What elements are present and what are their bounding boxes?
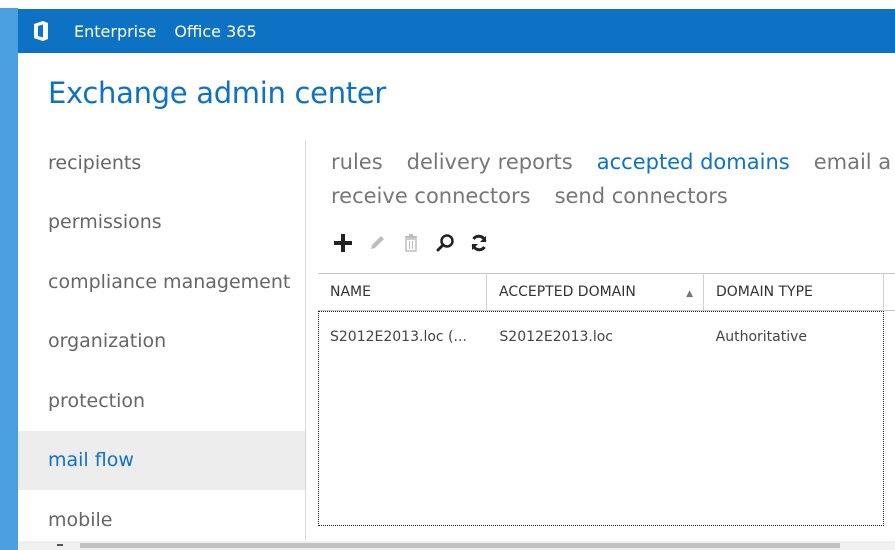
add-icon[interactable] — [326, 230, 360, 256]
search-icon[interactable] — [428, 230, 462, 256]
subtab-bar: rules delivery reports accepted domains … — [331, 145, 895, 213]
horizontal-scrollbar[interactable] — [18, 541, 895, 550]
page-title: Exchange admin center — [48, 76, 387, 110]
left-navigation: recipients permissions compliance manage… — [18, 133, 305, 550]
tab-delivery-reports[interactable]: delivery reports — [407, 150, 573, 174]
tab-rules[interactable]: rules — [331, 150, 383, 174]
column-header-domain-type-label: DOMAIN TYPE — [716, 284, 813, 300]
tab-accepted-domains[interactable]: accepted domains — [597, 150, 790, 174]
tab-send-connectors[interactable]: send connectors — [555, 184, 728, 208]
sort-ascending-icon: ▲ — [686, 289, 693, 299]
nav-item-compliance-management[interactable]: compliance management — [18, 252, 305, 312]
nav-item-protection[interactable]: protection — [18, 371, 305, 431]
grid-header: NAME ACCEPTED DOMAIN ▲ DOMAIN TYPE — [318, 273, 895, 311]
window-frame-left — [0, 0, 18, 550]
toolbar — [326, 230, 496, 256]
column-header-accepted-domain-label: ACCEPTED DOMAIN — [499, 284, 636, 300]
column-header-name-label: NAME — [330, 284, 371, 300]
window-frame-top — [0, 0, 895, 8]
topbar-link-enterprise[interactable]: Enterprise — [74, 22, 156, 41]
top-bar: Enterprise Office 365 — [18, 9, 895, 53]
grid-body: S2012E2013.loc (... S2012E2013.loc Autho… — [318, 311, 884, 526]
cell-accepted-domain: S2012E2013.loc — [499, 329, 613, 345]
topbar-link-office365[interactable]: Office 365 — [174, 22, 256, 41]
column-header-name[interactable]: NAME — [318, 274, 487, 310]
nav-item-mail-flow[interactable]: mail flow — [18, 430, 305, 490]
scrollbar-mark — [57, 544, 63, 546]
tab-receive-connectors[interactable]: receive connectors — [331, 184, 531, 208]
nav-item-organization[interactable]: organization — [18, 312, 305, 372]
office-logo-icon[interactable] — [26, 9, 56, 53]
scrollbar-thumb[interactable] — [80, 543, 840, 548]
edit-icon[interactable] — [360, 230, 394, 256]
cell-domain-type: Authoritative — [715, 329, 808, 345]
nav-divider — [305, 140, 306, 540]
nav-item-permissions[interactable]: permissions — [18, 193, 305, 253]
tab-email-address-policies[interactable]: email a — [814, 150, 891, 174]
delete-icon[interactable] — [394, 230, 428, 256]
nav-item-recipients[interactable]: recipients — [18, 133, 305, 193]
table-row[interactable]: S2012E2013.loc (... S2012E2013.loc Autho… — [319, 312, 883, 362]
refresh-icon[interactable] — [462, 230, 496, 256]
column-header-domain-type[interactable]: DOMAIN TYPE — [704, 274, 884, 310]
cell-name: S2012E2013.loc (... — [330, 329, 467, 345]
column-header-accepted-domain[interactable]: ACCEPTED DOMAIN ▲ — [487, 274, 704, 310]
accepted-domains-grid: NAME ACCEPTED DOMAIN ▲ DOMAIN TYPE S2012… — [318, 273, 895, 527]
